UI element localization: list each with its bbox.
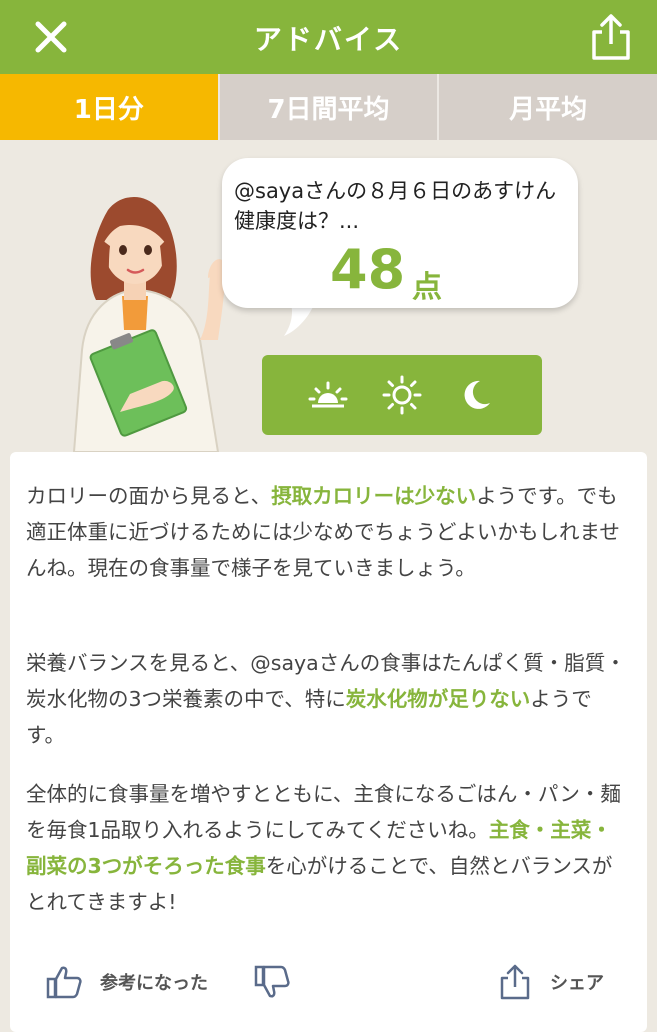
advice-card: カロリーの面から見ると、摂取カロリーは少ないようです。でも適正体重に近づけるため… xyxy=(10,452,647,1032)
morning-button[interactable] xyxy=(308,375,348,415)
app-header: アドバイス xyxy=(0,0,657,74)
advisor-section: @sayaさんの８月６日のあすけん健康度は？... 48 点 xyxy=(0,140,657,453)
highlight-calorie: 摂取カロリーは少ない xyxy=(271,484,477,508)
health-score-value: 48 xyxy=(330,238,406,301)
share-icon xyxy=(592,14,630,60)
tab-7day-average[interactable]: 7日間平均 xyxy=(217,74,438,140)
highlight-carbs: 炭水化物が足りない xyxy=(345,687,531,711)
helpful-label: 参考になった xyxy=(100,973,208,994)
meal-time-selector xyxy=(262,355,542,435)
moon-icon xyxy=(464,380,490,409)
feedback-actions: 参考になった シェア xyxy=(10,957,647,1007)
sunrise-icon xyxy=(308,381,348,408)
share-icon xyxy=(500,964,530,1000)
tab-monthly-average[interactable]: 月平均 xyxy=(437,74,657,140)
thumbs-down-icon xyxy=(254,965,290,998)
not-helpful-button[interactable] xyxy=(254,965,290,999)
helpful-button[interactable]: 参考になった xyxy=(46,965,208,999)
health-score-unit: 点 xyxy=(412,270,442,305)
period-tabs: 1日分 7日間平均 月平均 xyxy=(0,74,657,140)
thumbs-up-icon xyxy=(46,966,82,999)
share-label: シェア xyxy=(550,973,604,994)
night-button[interactable] xyxy=(456,375,496,415)
tab-1day[interactable]: 1日分 xyxy=(0,74,218,140)
share-advice-button[interactable]: シェア xyxy=(498,963,604,1001)
health-score-question: @sayaさんの８月６日のあすけん健康度は？... xyxy=(234,179,557,233)
share-button[interactable] xyxy=(588,12,634,62)
advice-balance: 栄養バランスを見ると、@sayaさんの食事はたんぱく質・脂質・炭水化物の3つ栄養… xyxy=(26,651,626,747)
noon-button[interactable] xyxy=(382,375,422,415)
score-bubble: @sayaさんの８月６日のあすけん健康度は？... 48 点 xyxy=(222,158,578,308)
sun-icon xyxy=(382,375,422,415)
page-title: アドバイス xyxy=(253,23,404,56)
advice-suggestion: 全体的に食事量を増やすとともに、主食になるごはん・パン・麺を毎食1品取り入れるよ… xyxy=(26,782,621,914)
advice-calorie: カロリーの面から見ると、摂取カロリーは少ないようです。でも適正体重に近づけるため… xyxy=(26,484,620,580)
